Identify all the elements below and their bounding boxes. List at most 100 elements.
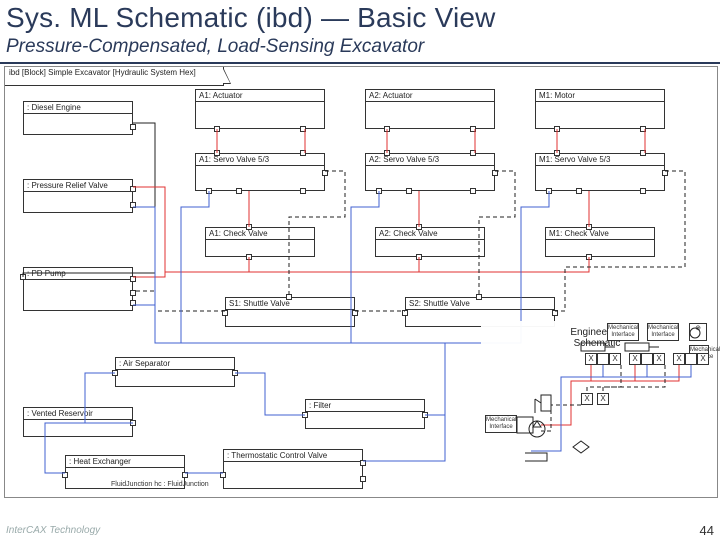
port	[640, 126, 646, 132]
mini-mech-interface: Mechanical Interface	[607, 323, 639, 341]
block-a1-check-valve: A1: Check Valve	[205, 227, 315, 257]
port	[406, 188, 412, 194]
port	[222, 310, 228, 316]
port	[246, 224, 252, 230]
fluidjunction-label: FluidJunction hc : FluidJunction	[111, 481, 209, 488]
port	[300, 150, 306, 156]
port	[214, 126, 220, 132]
frame-label: ibd [Block] Simple Excavator [Hydraulic …	[5, 67, 224, 86]
port	[220, 472, 226, 478]
block-label: : Air Separator	[116, 358, 234, 370]
port	[662, 170, 668, 176]
frame-label-text: ibd [Block] Simple Excavator [Hydraulic …	[9, 68, 196, 77]
port	[416, 224, 422, 230]
block-label: A2: Check Valve	[376, 228, 484, 240]
port	[182, 472, 188, 478]
block-air-separator: : Air Separator	[115, 357, 235, 387]
port	[360, 476, 366, 482]
port	[416, 254, 422, 260]
port	[130, 420, 136, 426]
port	[130, 300, 136, 306]
block-label: : Heat Exchanger	[66, 456, 184, 468]
port	[246, 254, 252, 260]
port	[546, 188, 552, 194]
title-underline	[0, 62, 720, 64]
ibd-diagram-frame: ibd [Block] Simple Excavator [Hydraulic …	[4, 66, 718, 498]
port	[384, 126, 390, 132]
block-pd-pump: : PD Pump	[23, 267, 133, 311]
mini-x-valve: X	[629, 353, 641, 365]
block-filter: : Filter	[305, 399, 425, 429]
port	[130, 186, 136, 192]
port	[232, 370, 238, 376]
port	[422, 412, 428, 418]
mini-x-valve: X	[653, 353, 665, 365]
block-label: : Diesel Engine	[24, 102, 132, 114]
slide-title: Sys. ML Schematic (ibd) — Basic View	[6, 2, 496, 34]
block-a1-actuator: A1: Actuator	[195, 89, 325, 129]
port	[384, 150, 390, 156]
block-label: A1: Check Valve	[206, 228, 314, 240]
block-label: A1: Actuator	[196, 90, 324, 102]
block-m1-check-valve: M1: Check Valve	[545, 227, 655, 257]
port	[112, 370, 118, 376]
port	[206, 188, 212, 194]
block-m1-motor: M1: Motor	[535, 89, 665, 129]
block-diesel-engine: : Diesel Engine	[23, 101, 133, 135]
port	[20, 274, 26, 280]
slide-subtitle: Pressure-Compensated, Load-Sensing Excav…	[6, 36, 424, 58]
port	[300, 126, 306, 132]
port	[476, 294, 482, 300]
port	[130, 124, 136, 130]
port	[640, 150, 646, 156]
footer-logo: InterCAX Technology	[6, 525, 100, 536]
block-label: : Pressure Relief Valve	[24, 180, 132, 192]
mini-valve-cell	[641, 353, 653, 365]
port	[470, 150, 476, 156]
block-a2-actuator: A2: Actuator	[365, 89, 495, 129]
port	[586, 224, 592, 230]
port	[214, 150, 220, 156]
block-thermostatic-control-valve: : Thermostatic Control Valve	[223, 449, 363, 489]
mini-x-valve: X	[609, 353, 621, 365]
mini-mech-interface: Mechanical Interface	[647, 323, 679, 341]
block-a1-servo-valve: A1: Servo Valve 5/3	[195, 153, 325, 191]
port	[576, 188, 582, 194]
block-label: M1: Motor	[536, 90, 664, 102]
port	[552, 310, 558, 316]
block-label: : Filter	[306, 400, 424, 412]
block-a2-check-valve: A2: Check Valve	[375, 227, 485, 257]
port	[322, 170, 328, 176]
port	[130, 290, 136, 296]
mini-valve-cell	[597, 353, 609, 365]
port	[130, 202, 136, 208]
block-label: : Vented Reservoir	[24, 408, 132, 420]
block-label: M1: Check Valve	[546, 228, 654, 240]
block-label: : PD Pump	[24, 268, 132, 280]
mini-x-valve: X	[585, 353, 597, 365]
port	[352, 310, 358, 316]
mini-mech-interface: ⊕	[689, 323, 707, 341]
block-label: A2: Actuator	[366, 90, 494, 102]
mini-x-valve: X	[673, 353, 685, 365]
port	[470, 126, 476, 132]
port	[492, 170, 498, 176]
mini-x-valve: X	[597, 393, 609, 405]
port	[554, 126, 560, 132]
port	[62, 472, 68, 478]
mini-mech-interface: Mechanical Interface	[485, 415, 517, 433]
port	[376, 188, 382, 194]
port	[640, 188, 646, 194]
mini-x-valve: X	[697, 353, 709, 365]
port	[130, 276, 136, 282]
block-label: : Thermostatic Control Valve	[224, 450, 362, 462]
port	[302, 412, 308, 418]
block-m1-servo-valve: M1: Servo Valve 5/3	[535, 153, 665, 191]
page-number: 44	[700, 523, 714, 538]
port	[586, 254, 592, 260]
block-s1-shuttle-valve: S1: Shuttle Valve	[225, 297, 355, 327]
port	[236, 188, 242, 194]
mini-x-valve: X	[581, 393, 593, 405]
port	[360, 460, 366, 466]
port	[286, 294, 292, 300]
